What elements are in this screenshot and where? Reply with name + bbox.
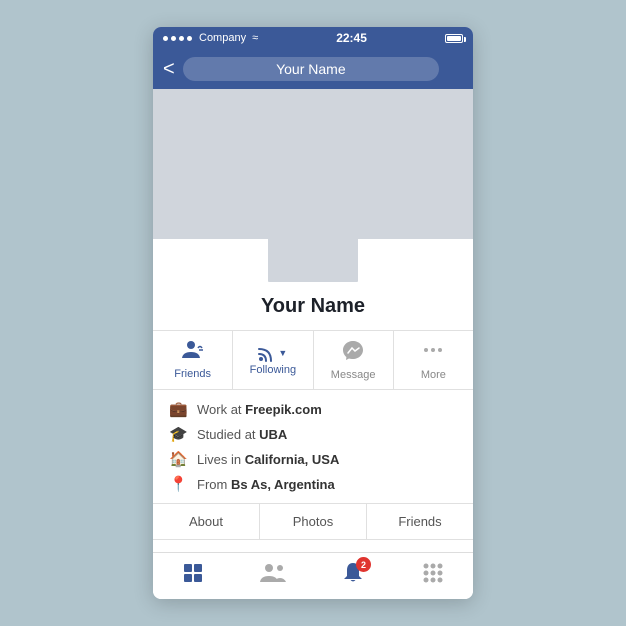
- status-time: 22:45: [336, 31, 367, 45]
- signal-dot-4: [187, 36, 192, 41]
- bottom-nav-friends[interactable]: [233, 561, 313, 591]
- tab-friends[interactable]: Friends: [367, 504, 473, 539]
- tab-about[interactable]: About: [153, 504, 260, 539]
- signal-dot-1: [163, 36, 168, 41]
- message-button[interactable]: Message: [314, 331, 394, 389]
- bottom-nav: 2: [153, 552, 473, 599]
- friends-label: Friends: [174, 368, 211, 380]
- from-text: From Bs As, Argentina: [197, 477, 335, 492]
- following-button[interactable]: ▼ Following: [233, 331, 313, 389]
- study-info-row: 🎓 Studied at UBA: [169, 425, 457, 443]
- lives-text: Lives in California, USA: [197, 452, 339, 467]
- work-info-row: 💼 Work at Freepik.com: [169, 400, 457, 418]
- cover-photo: [153, 89, 473, 239]
- battery-fill: [447, 36, 461, 41]
- pin-icon: 📍: [169, 475, 187, 493]
- message-label: Message: [331, 369, 376, 381]
- following-label: Following: [250, 364, 296, 376]
- info-section: 💼 Work at Freepik.com 🎓 Studied at UBA 🏠…: [153, 390, 473, 504]
- briefcase-icon: 💼: [169, 400, 187, 418]
- more-label: More: [421, 369, 446, 381]
- wifi-icon: ≈: [252, 32, 258, 44]
- bottom-nav-menu[interactable]: [393, 561, 473, 591]
- action-buttons: Friends ▼ Following: [153, 330, 473, 390]
- battery-icon: [445, 34, 463, 43]
- more-button[interactable]: More: [394, 331, 473, 389]
- signal-dot-3: [179, 36, 184, 41]
- messenger-icon: [342, 339, 364, 361]
- home-nav-icon: [181, 561, 205, 591]
- bottom-nav-home[interactable]: [153, 561, 233, 591]
- nav-title: Your Name: [183, 57, 439, 81]
- profile-name: Your Name: [261, 295, 365, 318]
- rss-icon: [258, 344, 276, 362]
- carrier-label: Company: [199, 32, 246, 44]
- status-bar-left: Company ≈: [163, 32, 258, 44]
- message-icon: [342, 339, 364, 367]
- more-icon: [422, 339, 444, 367]
- lives-info-row: 🏠 Lives in California, USA: [169, 450, 457, 468]
- back-button[interactable]: <: [163, 58, 175, 81]
- study-text: Studied at UBA: [197, 427, 287, 442]
- friends-button[interactable]: Friends: [153, 331, 233, 389]
- profile-tabs: About Photos Friends: [153, 504, 473, 540]
- friends-svg: [182, 340, 204, 360]
- friends-icon: [182, 340, 204, 366]
- graduation-icon: 🎓: [169, 425, 187, 443]
- status-bar: Company ≈ 22:45: [153, 27, 473, 49]
- notifications-badge: 2: [356, 557, 371, 572]
- dots-icon: [422, 339, 444, 361]
- from-info-row: 📍 From Bs As, Argentina: [169, 475, 457, 493]
- phone-frame: Company ≈ 22:45 < Your Name Your Name: [153, 27, 473, 599]
- status-bar-right: [445, 34, 463, 43]
- bottom-nav-notifications[interactable]: 2: [313, 561, 393, 591]
- nav-bar: < Your Name: [153, 49, 473, 89]
- friends-nav-icon: [260, 562, 286, 590]
- grid-icon: [422, 562, 444, 590]
- profile-section: Your Name Friends: [153, 239, 473, 552]
- signal-dot-2: [171, 36, 176, 41]
- work-text: Work at Freepik.com: [197, 402, 322, 417]
- home-icon: 🏠: [169, 450, 187, 468]
- following-dropdown-arrow: ▼: [278, 348, 287, 358]
- following-icon: ▼: [258, 344, 287, 362]
- tab-photos[interactable]: Photos: [260, 504, 367, 539]
